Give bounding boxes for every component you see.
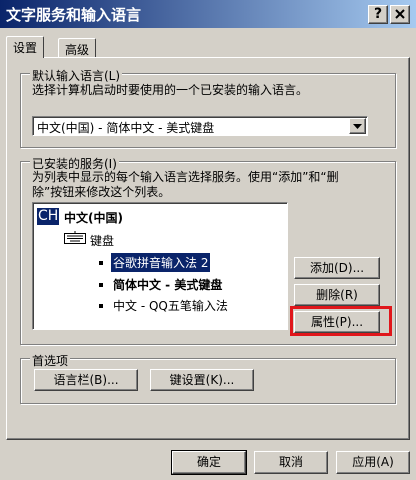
window-title: 文字服务和输入语言 <box>6 6 142 24</box>
add-button[interactable]: 添加(D)... <box>294 257 380 279</box>
preferences-title: 首选项 <box>30 352 71 369</box>
chevron-down-icon <box>353 124 362 129</box>
default-language-description: 选择计算机启动时要使用的一个已安装的输入语言。 <box>32 83 309 97</box>
cancel-button[interactable]: 取消 <box>254 451 328 474</box>
bullet-icon <box>99 261 103 265</box>
bullet-icon <box>99 304 103 308</box>
keyboard-icon <box>64 231 86 248</box>
title-bar[interactable]: 文字服务和输入语言 ? <box>0 0 416 28</box>
installed-services-description-2: 除”按钮来修改这个列表。 <box>32 185 171 199</box>
close-button[interactable] <box>390 5 410 24</box>
services-tree[interactable]: CH 中文(中国) 键盘 谷歌拼音输入法 2 简体中文 - 美式键盘 中文 - … <box>32 202 288 330</box>
key-settings-button[interactable]: 键设置(K)... <box>150 369 254 391</box>
apply-button[interactable]: 应用(A) <box>336 451 410 474</box>
tab-settings[interactable]: 设置 <box>6 36 45 58</box>
dropdown-button[interactable] <box>349 118 366 134</box>
tree-item-us-keyboard[interactable]: 简体中文 - 美式键盘 <box>113 276 222 293</box>
tree-category-node[interactable]: 键盘 <box>90 232 114 249</box>
remove-button[interactable]: 删除(R) <box>294 284 380 306</box>
tree-language-node[interactable]: 中文(中国) <box>64 209 123 226</box>
tab-advanced[interactable]: 高级 <box>58 38 97 57</box>
close-icon <box>395 9 405 19</box>
bullet-icon <box>99 283 103 287</box>
language-code-badge: CH <box>37 208 60 225</box>
ok-button[interactable]: 确定 <box>171 450 247 475</box>
default-language-value: 中文(中国) - 简体中文 - 美式键盘 <box>37 121 215 135</box>
highlight-annotation <box>290 306 392 336</box>
default-language-select[interactable]: 中文(中国) - 简体中文 - 美式键盘 <box>32 116 368 136</box>
tree-item-google-pinyin[interactable]: 谷歌拼音输入法 2 <box>111 253 211 272</box>
tree-item-qq-wubi[interactable]: 中文 - QQ五笔输入法 <box>113 297 228 314</box>
help-button[interactable]: ? <box>368 5 388 24</box>
language-bar-button[interactable]: 语言栏(B)... <box>34 369 138 391</box>
